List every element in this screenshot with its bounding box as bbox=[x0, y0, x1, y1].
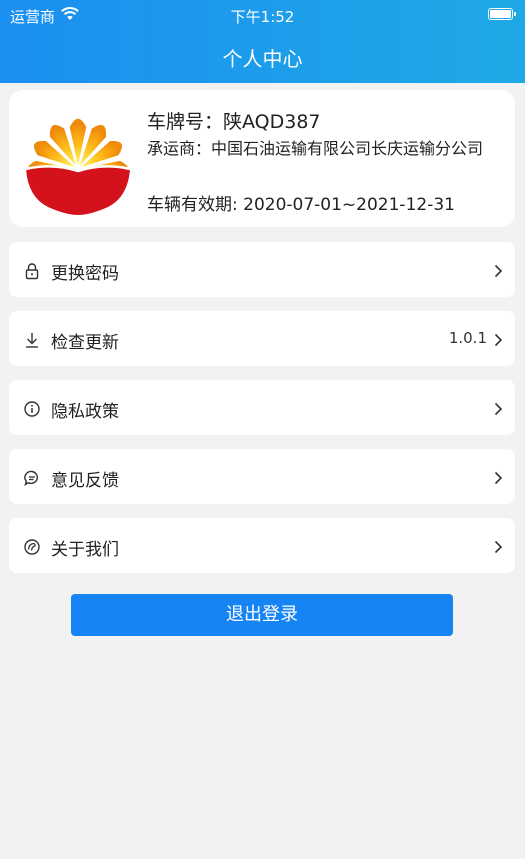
menu-label: 隐私政策 bbox=[51, 402, 119, 422]
vehicle-validity: 车辆有效期: 2020-07-01~2021-12-31 bbox=[147, 195, 455, 215]
about-icon bbox=[23, 538, 41, 556]
profile-card: 车牌号：陕AQD387 承运商：中国石油运输有限公司长庆运输分公司 车辆有效期:… bbox=[9, 90, 515, 227]
menu-item-check-update[interactable]: 检查更新 1.0.1 bbox=[9, 311, 515, 366]
company-logo bbox=[22, 103, 134, 215]
chevron-right-icon bbox=[494, 539, 503, 554]
menu-item-feedback[interactable]: 意见反馈 bbox=[9, 449, 515, 504]
menu-item-privacy-policy[interactable]: 隐私政策 bbox=[9, 380, 515, 435]
menu-item-about-us[interactable]: 关于我们 bbox=[9, 518, 515, 573]
status-time: 下午1:52 bbox=[230, 8, 295, 26]
logout-button[interactable]: 退出登录 bbox=[71, 594, 453, 636]
battery-icon bbox=[488, 8, 516, 20]
page-title: 个人中心 bbox=[222, 47, 303, 71]
chevron-right-icon bbox=[494, 401, 503, 416]
plate-number: 车牌号：陕AQD387 bbox=[147, 111, 321, 133]
info-icon bbox=[23, 400, 41, 418]
header: 运营商 下午1:52 个人中心 bbox=[0, 0, 525, 83]
menu-label: 更换密码 bbox=[51, 264, 119, 284]
download-icon bbox=[23, 331, 41, 349]
status-bar: 运营商 下午1:52 bbox=[0, 0, 525, 30]
menu-item-change-password[interactable]: 更换密码 bbox=[9, 242, 515, 297]
lock-icon bbox=[23, 262, 41, 280]
menu-label: 检查更新 bbox=[51, 333, 119, 353]
app-version: 1.0.1 bbox=[448, 329, 487, 347]
carrier-company: 承运商：中国石油运输有限公司长庆运输分公司 bbox=[147, 139, 484, 158]
feedback-icon bbox=[23, 469, 41, 487]
menu-label: 意见反馈 bbox=[51, 471, 119, 491]
menu-label: 关于我们 bbox=[51, 540, 119, 560]
chevron-right-icon bbox=[494, 470, 503, 485]
chevron-right-icon bbox=[494, 263, 503, 278]
chevron-right-icon bbox=[494, 332, 503, 347]
